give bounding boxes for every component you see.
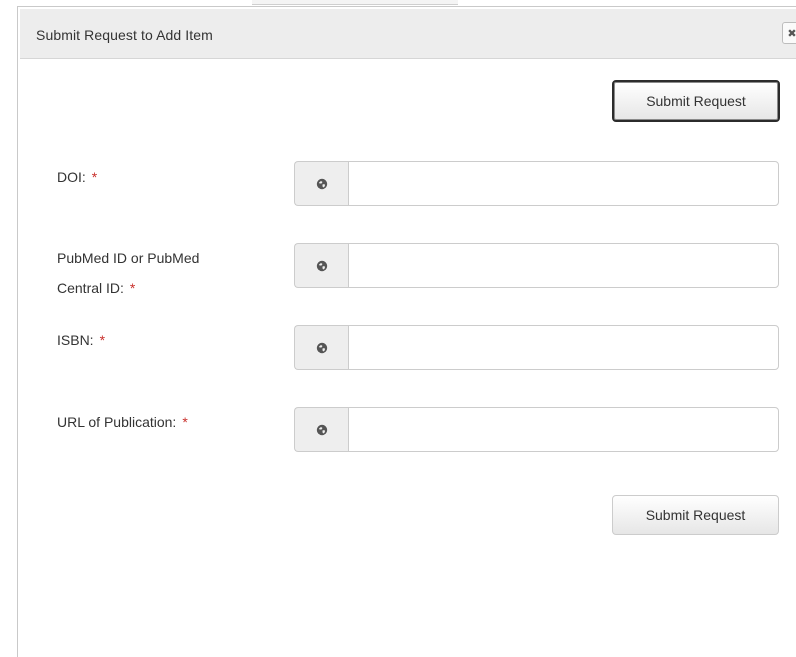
globe-icon — [294, 161, 348, 206]
doi-label-text: DOI: — [57, 169, 86, 185]
submit-request-button-bottom[interactable]: Submit Request — [612, 495, 779, 535]
url-label: URL of Publication: * — [57, 407, 188, 437]
required-marker: * — [129, 280, 136, 296]
background-tab — [252, 0, 458, 5]
close-icon: ✖ — [787, 28, 796, 40]
page: Submit Request to Add Item ✖ Submit Requ… — [0, 0, 796, 657]
dialog-titlebar: Submit Request to Add Item — [20, 9, 796, 59]
doi-label: DOI: * — [57, 162, 97, 192]
submit-request-button-top[interactable]: Submit Request — [612, 80, 780, 122]
pubmed-id-label: PubMed ID or PubMed Central ID: * — [57, 243, 199, 303]
globe-icon — [294, 325, 348, 370]
pubmed-id-input-group — [294, 243, 779, 288]
add-item-dialog: Submit Request to Add Item ✖ Submit Requ… — [17, 6, 796, 657]
url-input[interactable] — [348, 407, 779, 452]
url-input-group — [294, 407, 779, 452]
doi-input-group — [294, 161, 779, 206]
isbn-input-group — [294, 325, 779, 370]
isbn-label: ISBN: * — [57, 325, 105, 355]
required-marker: * — [182, 414, 188, 430]
close-button[interactable]: ✖ — [782, 22, 796, 44]
pubmed-id-input[interactable] — [348, 243, 779, 288]
required-marker: * — [91, 169, 98, 185]
pubmed-id-label-line1: PubMed ID or PubMed — [57, 250, 200, 266]
required-marker: * — [99, 332, 106, 348]
url-label-text: URL of Publication: — [57, 414, 177, 430]
pubmed-id-label-line2: Central ID: — [57, 280, 124, 296]
isbn-input[interactable] — [348, 325, 779, 370]
globe-icon — [294, 243, 348, 288]
doi-input[interactable] — [348, 161, 779, 206]
globe-icon — [294, 407, 348, 452]
isbn-label-text: ISBN: — [57, 332, 94, 348]
dialog-title: Submit Request to Add Item — [36, 27, 213, 43]
